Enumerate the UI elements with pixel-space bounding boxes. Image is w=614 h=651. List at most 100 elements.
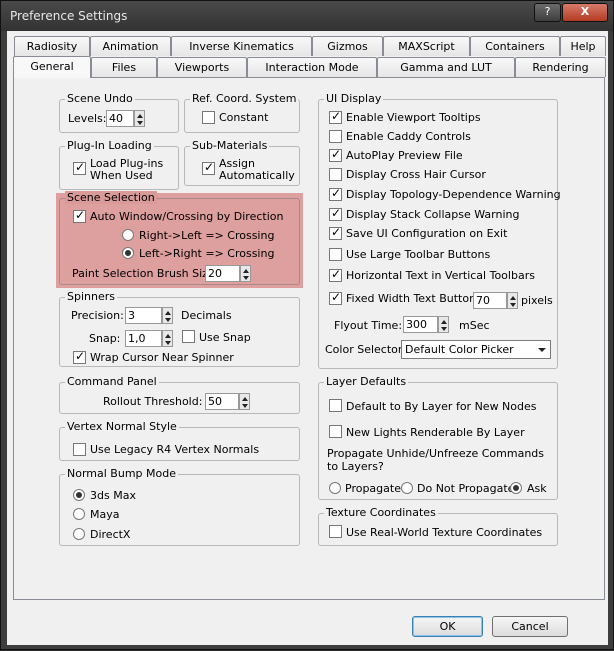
ui-item-1-checkbox[interactable] xyxy=(329,130,342,143)
brush-size-spinner[interactable]: 20 xyxy=(205,265,251,282)
real-world-coords-checkbox[interactable] xyxy=(329,525,342,538)
default-by-layer-checkbox[interactable] xyxy=(329,399,342,412)
spinner-arrows-icon[interactable] xyxy=(240,265,251,282)
when-used-label: When Used xyxy=(90,169,153,182)
ui-item-3-checkbox[interactable] xyxy=(329,168,342,181)
general-panel: Scene Undo Levels: 40 Ref. Coord. System… xyxy=(1,1,614,651)
precision-label: Precision: xyxy=(71,309,124,322)
ui-item-8-checkbox[interactable]: ✓ xyxy=(329,267,342,282)
checkmark-icon: ✓ xyxy=(203,160,215,174)
propagate-radio[interactable] xyxy=(329,482,341,494)
real-world-coords-label: Use Real-World Texture Coordinates xyxy=(346,526,543,539)
spinners-title: Spinners xyxy=(65,290,117,303)
assign-automatically-checkbox[interactable]: ✓ xyxy=(202,160,215,175)
propagate-text-line1: Propagate Unhide/Unfreeze Commands xyxy=(327,447,544,460)
checkmark-icon: ✓ xyxy=(330,109,342,123)
radio-dot-icon xyxy=(513,485,519,491)
automatically-label: Automatically xyxy=(219,169,295,182)
levels-value: 40 xyxy=(109,112,123,125)
radio-dot-icon xyxy=(76,492,82,498)
spinner-arrows-icon[interactable] xyxy=(438,316,449,333)
scene-selection-title: Scene Selection xyxy=(65,191,157,204)
ui-item-5-checkbox[interactable]: ✓ xyxy=(329,206,342,221)
rollout-threshold-spinner[interactable]: 50 xyxy=(205,393,250,410)
spinner-arrows-icon[interactable] xyxy=(134,110,145,127)
checkmark-icon: ✓ xyxy=(330,225,342,239)
ui-item-2-checkbox[interactable]: ✓ xyxy=(329,147,342,162)
bump-maya-label: Maya xyxy=(90,508,120,521)
radio-dot-icon xyxy=(125,250,131,256)
flyout-time-value: 300 xyxy=(406,318,427,331)
ui-item-6-label: Save UI Configuration on Exit xyxy=(346,227,508,240)
tab-general[interactable]: General xyxy=(13,56,91,78)
checkmark-icon: ✓ xyxy=(330,206,342,220)
right-left-label: Right->Left => Crossing xyxy=(139,229,275,242)
brush-size-label: Paint Selection Brush Size xyxy=(72,267,215,280)
new-lights-label: New Lights Renderable By Layer xyxy=(346,426,525,439)
ui-item-1-label: Enable Caddy Controls xyxy=(346,130,471,143)
ok-button[interactable]: OK xyxy=(412,616,483,637)
vertex-normal-title: Vertex Normal Style xyxy=(65,420,179,433)
use-snap-checkbox[interactable] xyxy=(182,330,195,343)
ui-item-6-checkbox[interactable]: ✓ xyxy=(329,225,342,240)
scene-undo-title: Scene Undo xyxy=(65,92,135,105)
left-right-label: Left->Right => Crossing xyxy=(139,247,275,260)
msec-label: mSec xyxy=(459,319,490,332)
spinner-arrows-icon[interactable] xyxy=(162,330,173,347)
ui-item-4-checkbox[interactable]: ✓ xyxy=(329,186,342,201)
do-not-propagate-radio[interactable] xyxy=(401,482,413,494)
spinner-arrows-icon[interactable] xyxy=(507,292,518,309)
left-right-radio[interactable] xyxy=(122,247,134,259)
color-selector-dropdown[interactable]: Default Color Picker xyxy=(401,340,551,359)
legacy-normals-label: Use Legacy R4 Vertex Normals xyxy=(90,443,260,456)
auto-window-crossing-checkbox[interactable]: ✓ xyxy=(73,208,86,223)
legacy-normals-checkbox[interactable] xyxy=(73,443,86,456)
propagate-label: Propagate xyxy=(345,482,401,495)
layer-defaults-title: Layer Defaults xyxy=(324,375,409,388)
fixed-width-checkbox[interactable]: ✓ xyxy=(329,290,342,305)
color-selector-label: Color Selector: xyxy=(325,343,406,356)
plugin-loading-title: Plug-In Loading xyxy=(65,139,154,152)
brush-size-value: 20 xyxy=(208,267,222,280)
ui-item-0-checkbox[interactable]: ✓ xyxy=(329,109,342,124)
spinner-arrows-icon[interactable] xyxy=(162,307,173,324)
spinner-arrows-icon[interactable] xyxy=(239,393,250,410)
ui-item-4-label: Display Topology-Dependence Warning xyxy=(346,188,561,201)
bump-3dsmax-label: 3ds Max xyxy=(90,489,136,502)
bump-directx-label: DirectX xyxy=(90,528,131,541)
do-not-propagate-label: Do Not Propagate xyxy=(417,482,515,495)
checkmark-icon: ✓ xyxy=(330,186,342,200)
flyout-time-spinner[interactable]: 300 xyxy=(403,316,449,333)
snap-value: 1,0 xyxy=(128,332,146,345)
new-lights-checkbox[interactable] xyxy=(329,425,342,438)
sub-materials-title: Sub-Materials xyxy=(190,139,270,152)
chevron-down-icon xyxy=(538,348,546,352)
ask-radio[interactable] xyxy=(510,482,522,494)
checkmark-icon: ✓ xyxy=(74,349,86,363)
fixed-width-value: 70 xyxy=(476,294,490,307)
command-panel-title: Command Panel xyxy=(65,375,159,388)
rollout-threshold-value: 50 xyxy=(208,395,222,408)
load-plugins-checkbox[interactable]: ✓ xyxy=(73,160,86,175)
ask-label: Ask xyxy=(527,482,547,495)
cancel-button[interactable]: Cancel xyxy=(492,616,568,637)
default-by-layer-label: Default to By Layer for New Nodes xyxy=(346,400,537,413)
right-left-radio[interactable] xyxy=(122,229,134,241)
bump-directx-radio[interactable] xyxy=(73,528,85,540)
constant-checkbox[interactable] xyxy=(202,111,215,124)
ui-item-2-label: AutoPlay Preview File xyxy=(346,149,463,162)
ref-coord-title: Ref. Coord. System xyxy=(190,92,299,105)
precision-spinner[interactable]: 3 xyxy=(125,307,173,324)
ui-item-8-label: Horizontal Text in Vertical Toolbars xyxy=(346,269,535,282)
fixed-width-spinner[interactable]: 70 xyxy=(473,292,518,309)
normal-bump-title: Normal Bump Mode xyxy=(65,467,178,480)
wrap-cursor-checkbox[interactable]: ✓ xyxy=(73,349,86,364)
auto-window-crossing-label: Auto Window/Crossing by Direction xyxy=(90,210,284,223)
levels-spinner[interactable]: 40 xyxy=(106,110,145,127)
bump-maya-radio[interactable] xyxy=(73,508,85,520)
fixed-width-label: Fixed Width Text Buttons: xyxy=(346,292,486,305)
snap-spinner[interactable]: 1,0 xyxy=(125,330,173,347)
bump-3dsmax-radio[interactable] xyxy=(73,489,85,501)
ui-item-7-checkbox[interactable] xyxy=(329,248,342,261)
propagate-text-line2: to Layers? xyxy=(327,460,384,473)
